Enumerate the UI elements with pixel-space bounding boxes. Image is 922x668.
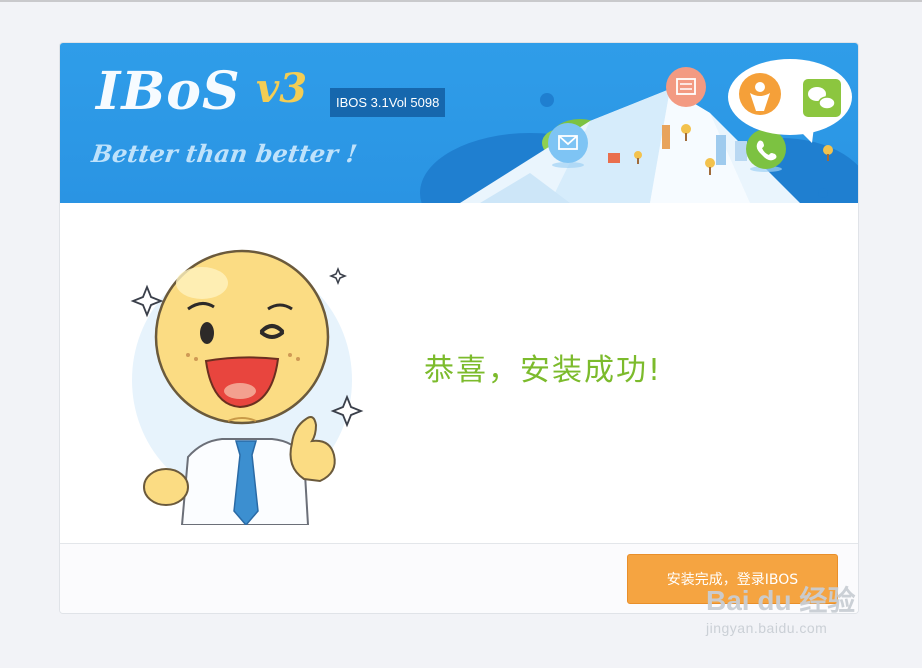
success-message: 恭喜，安装成功! [424, 353, 663, 388]
company-logo-icon [739, 73, 781, 115]
ibos-logo: IBoS [96, 61, 241, 122]
thumbs-up-mascot [130, 249, 364, 525]
baidu-jingyan-watermark: Bai du 经验 jingyan.baidu.com [706, 585, 886, 637]
banner-illustration [420, 59, 858, 203]
logo-tagline: Better than better ! [89, 139, 359, 168]
watermark-url: jingyan.baidu.com [706, 620, 828, 636]
window-top-border [0, 0, 922, 2]
header-banner: IBoS v3 Better than better ! IBOS 3.1Vol… [60, 43, 858, 203]
ibos-version-mark: v3 [256, 65, 308, 112]
newspaper-icon [666, 67, 706, 107]
sparkle-icon [328, 266, 348, 286]
wechat-icon [803, 79, 841, 117]
install-dialog: IBoS v3 Better than better ! IBOS 3.1Vol… [59, 42, 859, 614]
main-content: 恭喜，安装成功! [60, 203, 858, 544]
watermark-brand: Bai du 经验 [706, 585, 856, 616]
